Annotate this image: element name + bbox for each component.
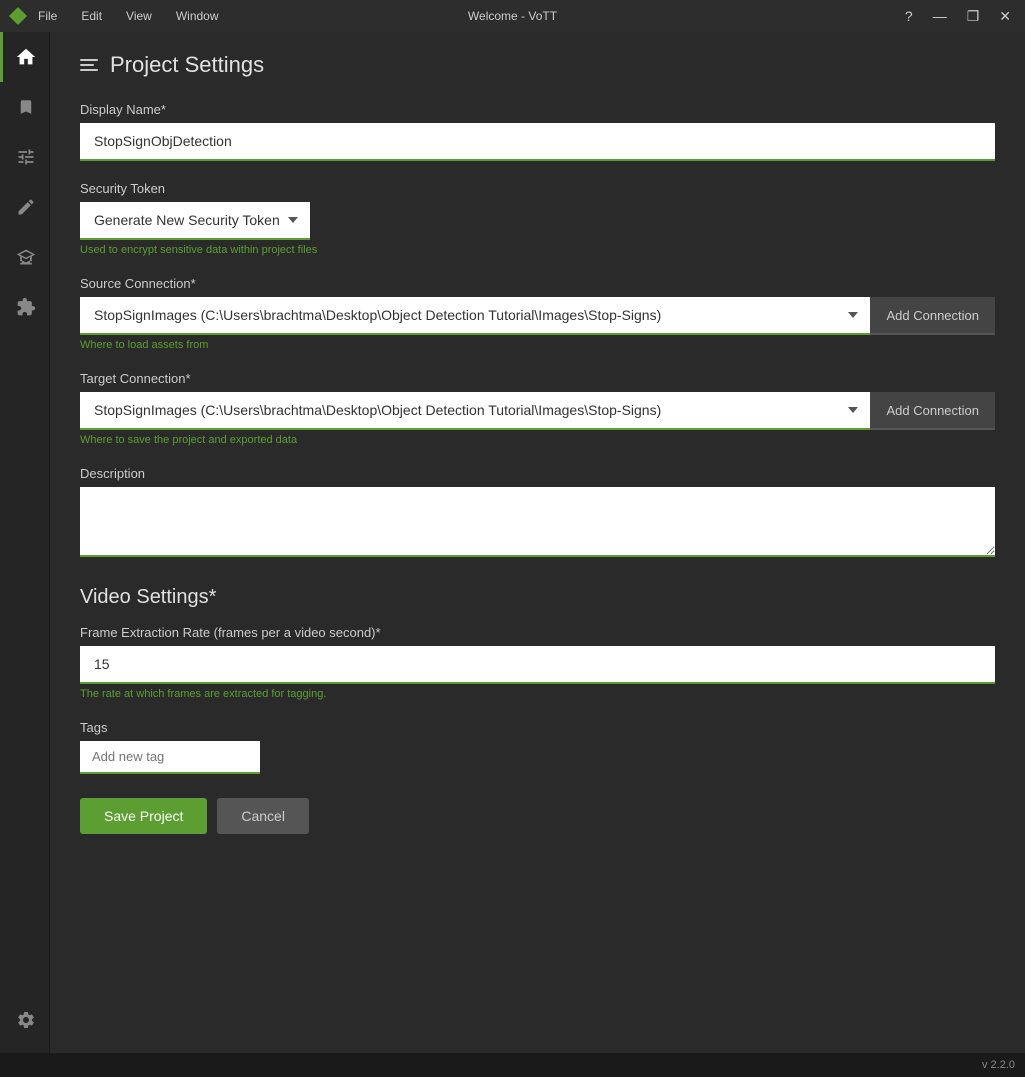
- title-bar: File Edit View Window Welcome - VoTT ? —…: [0, 0, 1025, 32]
- display-name-group: Display Name*: [80, 102, 995, 161]
- edit-icon: [16, 197, 36, 217]
- source-connection-row: StopSignImages (C:\Users\brachtma\Deskto…: [80, 297, 995, 335]
- sidebar-item-edit[interactable]: [0, 182, 50, 232]
- security-token-label: Security Token: [80, 181, 995, 196]
- window-title: Welcome - VoTT: [468, 9, 557, 23]
- tags-label: Tags: [80, 720, 995, 735]
- home-icon: [15, 46, 37, 68]
- sliders-icon: [16, 147, 36, 167]
- tags-group: Tags: [80, 720, 995, 774]
- menu-window[interactable]: Window: [172, 7, 223, 25]
- sidebar-item-sliders[interactable]: [0, 132, 50, 182]
- target-connection-row: StopSignImages (C:\Users\brachtma\Deskto…: [80, 392, 995, 430]
- source-connection-group: Source Connection* StopSignImages (C:\Us…: [80, 276, 995, 351]
- tags-input[interactable]: [80, 741, 260, 774]
- action-buttons: Save Project Cancel: [80, 798, 995, 834]
- cancel-button[interactable]: Cancel: [217, 798, 309, 834]
- frame-rate-hint: The rate at which frames are extracted f…: [80, 688, 995, 700]
- sidebar-item-settings[interactable]: [0, 995, 50, 1045]
- description-label: Description: [80, 466, 995, 481]
- maximize-button[interactable]: ❐: [961, 8, 986, 25]
- sidebar-item-train[interactable]: [0, 232, 50, 282]
- main-content: Project Settings Display Name* Security …: [50, 32, 1025, 1053]
- menu-bar: File Edit View Window: [34, 7, 223, 25]
- page-title-row: Project Settings: [80, 52, 995, 78]
- source-connection-select[interactable]: StopSignImages (C:\Users\brachtma\Deskto…: [80, 297, 870, 335]
- menu-edit[interactable]: Edit: [77, 7, 106, 25]
- menu-view[interactable]: View: [122, 7, 156, 25]
- bookmark-icon: [17, 96, 35, 118]
- app-logo: [8, 6, 28, 26]
- source-connection-label: Source Connection*: [80, 276, 995, 291]
- frame-rate-group: Frame Extraction Rate (frames per a vide…: [80, 625, 995, 700]
- page-title: Project Settings: [110, 52, 264, 78]
- display-name-input[interactable]: [80, 123, 995, 161]
- target-connection-hint: Where to save the project and exported d…: [80, 434, 995, 446]
- source-add-connection-button[interactable]: Add Connection: [870, 297, 995, 335]
- frame-rate-label: Frame Extraction Rate (frames per a vide…: [80, 625, 995, 640]
- description-group: Description: [80, 466, 995, 562]
- security-token-hint: Used to encrypt sensitive data within pr…: [80, 244, 995, 256]
- description-input[interactable]: [80, 487, 995, 557]
- sidebar-item-plugin[interactable]: [0, 282, 50, 332]
- target-connection-label: Target Connection*: [80, 371, 995, 386]
- settings-icon: [16, 1010, 36, 1030]
- plugin-icon: [16, 297, 36, 317]
- close-button[interactable]: ✕: [993, 8, 1017, 25]
- security-token-group: Security Token Generate New Security Tok…: [80, 181, 995, 256]
- version-label: v 2.2.0: [982, 1059, 1015, 1071]
- train-icon: [16, 247, 36, 267]
- target-connection-select[interactable]: StopSignImages (C:\Users\brachtma\Deskto…: [80, 392, 870, 430]
- video-settings-title: Video Settings*: [80, 586, 995, 609]
- sidebar-item-home[interactable]: [0, 32, 50, 82]
- settings-lines-icon: [80, 59, 98, 71]
- minimize-button[interactable]: —: [927, 8, 953, 25]
- source-connection-hint: Where to load assets from: [80, 339, 995, 351]
- target-add-connection-button[interactable]: Add Connection: [870, 392, 995, 430]
- status-bar: v 2.2.0: [0, 1053, 1025, 1077]
- menu-file[interactable]: File: [34, 7, 61, 25]
- display-name-label: Display Name*: [80, 102, 995, 117]
- security-token-select[interactable]: Generate New Security Token: [80, 202, 310, 240]
- help-button[interactable]: ?: [899, 8, 919, 25]
- sidebar-item-bookmark[interactable]: [0, 82, 50, 132]
- target-connection-group: Target Connection* StopSignImages (C:\Us…: [80, 371, 995, 446]
- frame-rate-input[interactable]: [80, 646, 995, 684]
- sidebar: [0, 32, 50, 1053]
- app-body: Project Settings Display Name* Security …: [0, 32, 1025, 1053]
- save-project-button[interactable]: Save Project: [80, 798, 207, 834]
- window-controls: ? — ❐ ✕: [899, 8, 1017, 25]
